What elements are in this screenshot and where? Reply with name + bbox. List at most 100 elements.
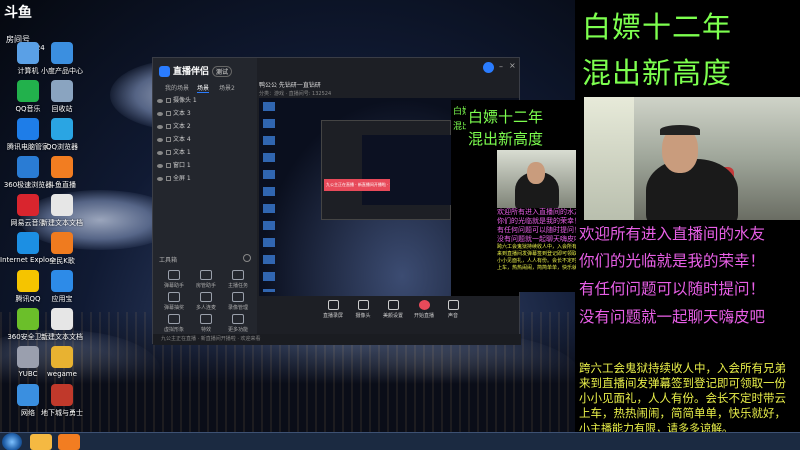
control-button[interactable]: 直播录屏 (319, 300, 347, 319)
nested-title-line-1: 白嫖十二年 (468, 108, 544, 126)
browser-icon (51, 118, 73, 140)
nested-text-overlay: 欢迎所有进入直播间的水友 你们的光临就是我的荣幸！ 有任何问题可以随时提问！ 没… (497, 208, 576, 292)
eye-icon[interactable] (157, 163, 163, 168)
folder-icon[interactable] (30, 434, 52, 450)
streamer-app-window[interactable]: 直播伴侣 测试 我的场景 场景 场景2 摄像头 1 文本 3 文本 2 文本 4 文本 1… (152, 57, 521, 345)
tool-button[interactable]: 弹幕抽奖 (159, 292, 189, 316)
notice-line-2: 来到直播间发弹幕签到登记即可领取一份 (579, 376, 786, 390)
desktop-shortcut-label: wegame (47, 370, 77, 378)
source-label: 文本 3 (173, 110, 191, 117)
source-item[interactable]: 文本 3 (157, 109, 253, 119)
tool-button[interactable]: 主播任务 (223, 270, 253, 294)
source-item[interactable]: 文本 1 (157, 148, 253, 158)
beauty-icon (387, 300, 399, 310)
eye-icon[interactable] (157, 137, 163, 142)
watermark-logo: 斗鱼 (4, 5, 32, 21)
source-item[interactable]: 文本 2 (157, 122, 253, 132)
app-logo-icon (159, 66, 170, 77)
task-icon (232, 270, 244, 280)
source-item[interactable]: 摄像头 1 (157, 96, 253, 106)
toolbox-title: 工具箱 (159, 257, 178, 264)
webcam-feed (584, 97, 800, 220)
nested-notice-line: 来到直播间发弹幕签到登记即可领取一份 (497, 251, 576, 257)
nested-title-line-2: 混出新高度 (468, 130, 544, 148)
app-status-bar: 九公主正在直播 · 新直播间开播啦 · 欢迎来看 (153, 334, 521, 345)
cloud-icon (51, 42, 73, 64)
document-icon (51, 308, 73, 330)
minimize-icon[interactable]: – (499, 62, 503, 71)
app-icon[interactable] (58, 434, 80, 450)
streamer-hair (660, 125, 700, 135)
tab-scene[interactable]: 场景 (197, 83, 210, 93)
welcome-overlay: 欢迎所有进入直播间的水友 你们的光临就是我的荣幸！ 有任何问题可以随时提问！ 没… (576, 220, 800, 360)
control-label: 开始直播 (413, 313, 434, 319)
room-header: 鸭公公 先钻研一直钻研 分类：游戏 · 直播间号: 132524 (259, 80, 519, 100)
close-icon[interactable]: × (509, 61, 516, 70)
welcome-line-4: 没有问题就一起聊天嗨皮吧 (579, 308, 766, 326)
volume-icon (447, 300, 459, 310)
source-label: 全屏 1 (173, 175, 191, 182)
tool-label: 弹幕助手 (163, 283, 184, 289)
tool-button[interactable]: 房管助手 (191, 270, 221, 294)
nested-notice-line: 跨六工会鬼狱持续收人中，入会所有兄弟 (497, 244, 576, 250)
source-item[interactable]: 文本 4 (157, 135, 253, 145)
source-type-icon (166, 111, 171, 116)
source-item[interactable]: 全屏 1 (157, 174, 253, 184)
notice-line-1: 跨六工会鬼狱持续收人中，入会所有兄弟 (579, 361, 786, 375)
tool-button[interactable]: 录像管理 (223, 292, 253, 316)
toolbox-settings-icon[interactable] (243, 254, 251, 262)
source-type-icon (166, 176, 171, 181)
welcome-line-3: 有任何问题可以随时提问！ (579, 280, 766, 298)
source-type-icon (166, 137, 171, 142)
guild-notice-overlay: 跨六工会鬼狱持续收人中，入会所有兄弟 来到直播间发弹幕签到登记即可领取一份 小小… (576, 360, 800, 435)
control-label: 声音 (447, 313, 458, 319)
screen-icon (327, 300, 339, 310)
control-label: 直播录屏 (322, 313, 343, 319)
mic-icon (51, 232, 73, 254)
control-button[interactable]: 美颜设置 (379, 300, 407, 319)
control-label: 美颜设置 (382, 313, 403, 319)
tab-my-scene[interactable]: 我的场景 (165, 83, 189, 92)
control-button[interactable]: 摄像头 (349, 300, 377, 319)
desktop-shortcut-label: 全民K歌 (49, 257, 75, 265)
tool-button[interactable]: 多人连麦 (191, 292, 221, 316)
game-icon (51, 346, 73, 368)
chat-icon (168, 270, 180, 280)
desktop-shortcut-label: 小度产品中心 (41, 67, 83, 75)
preview-nested-screen (362, 135, 452, 205)
tab-scene-2[interactable]: 场景2 (219, 83, 235, 92)
source-label: 文本 1 (173, 149, 191, 156)
control-button[interactable]: 声音 (439, 300, 467, 319)
lottery-icon (168, 292, 180, 302)
eye-icon[interactable] (157, 150, 163, 155)
record-dot-icon (418, 300, 430, 310)
eye-icon[interactable] (157, 176, 163, 181)
welcome-line-2: 你们的光临就是我的荣幸！ (579, 252, 766, 270)
eye-icon[interactable] (157, 124, 163, 129)
tool-label: 更多功能 (227, 327, 248, 333)
source-label: 摄像头 1 (173, 97, 197, 104)
eye-icon[interactable] (157, 98, 163, 103)
eye-icon[interactable] (157, 111, 163, 116)
preview-nested-app: 九公主正在直播 · 新直播间开播啦 · 欢迎来看 (321, 120, 452, 220)
control-label: 摄像头 (355, 313, 371, 319)
desktop-shortcut[interactable]: 地下城与勇士 (34, 382, 90, 432)
nested-welcome-line: 你们的光临就是我的荣幸！ (497, 217, 576, 225)
control-button[interactable]: 开始直播 (409, 300, 439, 319)
store-icon (51, 270, 73, 292)
link-icon (200, 292, 212, 302)
room-title[interactable]: 鸭公公 先钻研一直钻研 (259, 80, 321, 89)
tool-button[interactable]: 弹幕助手 (159, 270, 189, 294)
fish-icon (51, 156, 73, 178)
game-icon (51, 384, 73, 406)
desktop-shortcut-label: QQ浏览器 (45, 143, 79, 151)
tool-label: 录像管理 (227, 305, 248, 311)
nested-welcome-line: 没有问题就一起聊天嗨皮吧 (497, 235, 576, 243)
nested-notice-line: 上车，热热闹闹，简简单单，快乐就好， (497, 265, 576, 271)
tool-label: 弹幕抽奖 (163, 305, 184, 311)
start-button[interactable] (2, 433, 22, 450)
tool-label: 房管助手 (195, 283, 216, 289)
avatar[interactable] (483, 62, 494, 73)
source-item[interactable]: 窗口 1 (157, 161, 253, 171)
source-type-icon (166, 150, 171, 155)
